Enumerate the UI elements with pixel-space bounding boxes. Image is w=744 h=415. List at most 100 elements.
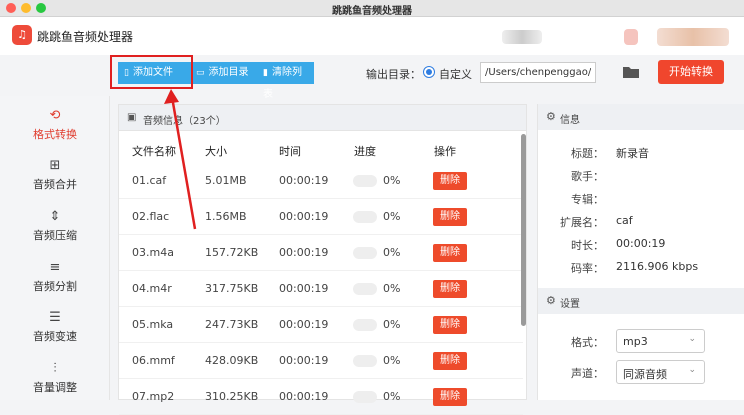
file-name: 01.caf <box>132 174 167 187</box>
table-row[interactable]: 07.mp2 310.25KB 00:00:19 0% 删除 <box>119 379 523 415</box>
image-icon: ▣ <box>127 112 137 123</box>
sidebar-item-label: 音频合并 <box>33 178 77 191</box>
file-name: 03.m4a <box>132 246 174 259</box>
table-row[interactable]: 01.caf 5.01MB 00:00:19 0% 删除 <box>119 163 523 199</box>
file-size: 1.56MB <box>205 210 247 223</box>
table-row[interactable]: 03.m4a 157.72KB 00:00:19 0% 删除 <box>119 235 523 271</box>
file-name: 02.flac <box>132 210 170 223</box>
progress-text: 0% <box>383 282 401 295</box>
delete-button[interactable]: 删除 <box>433 244 467 262</box>
custom-radio[interactable] <box>423 66 435 78</box>
progress-bar <box>353 319 377 331</box>
file-list-panel: ▣ 音频信息（23个） 文件名称 大小 时间 进度 操作 01.caf 5.01… <box>118 104 527 415</box>
sidebar-item-label: 音量调整 <box>33 381 77 394</box>
sidebar-item-split[interactable]: ≡ 音频分割 <box>0 252 110 302</box>
file-time: 00:00:19 <box>279 282 329 295</box>
channel-select[interactable]: 同源音频 ⌄ <box>616 360 705 384</box>
table-row[interactable]: 02.flac 1.56MB 00:00:19 0% 删除 <box>119 199 523 235</box>
format-label: 格式： <box>571 336 604 349</box>
progress-text: 0% <box>383 210 401 223</box>
info-key-artist: 歌手： <box>571 170 604 183</box>
blurred-region <box>502 30 542 44</box>
chevron-down-icon: ⌄ <box>688 365 696 375</box>
sidebar-item-compress[interactable]: ⇕ 音频压缩 <box>0 201 110 251</box>
add-file-button[interactable]: ▯ 添加文件 <box>118 62 190 84</box>
progress-text: 0% <box>383 390 401 403</box>
delete-button[interactable]: 删除 <box>433 172 467 190</box>
column-header-progress: 进度 <box>354 145 376 158</box>
output-path-input[interactable] <box>480 62 596 83</box>
progress-text: 0% <box>383 318 401 331</box>
start-convert-button[interactable]: 开始转换 <box>658 60 724 84</box>
info-value-bitrate: 2116.906 kbps <box>616 260 699 273</box>
merge-icon: ⊞ <box>49 158 61 173</box>
format-select[interactable]: mp3 ⌄ <box>616 329 705 353</box>
toolbar: ▯添加文件 ▭添加目录 ▮清除列表 输出目录： 自定义 开始转换 <box>110 55 744 100</box>
column-header-name: 文件名称 <box>132 145 176 158</box>
info-value-duration: 00:00:19 <box>616 237 666 250</box>
app-header: ♫ 跳跳鱼音频处理器 <box>0 17 744 55</box>
trash-icon: ▮ <box>263 68 268 78</box>
sidebar-item-merge[interactable]: ⊞ 音频合并 <box>0 150 110 200</box>
delete-button[interactable]: 删除 <box>433 388 467 406</box>
info-key-extension: 扩展名： <box>560 216 604 229</box>
file-name: 05.mka <box>132 318 174 331</box>
table-row[interactable]: 05.mka 247.73KB 00:00:19 0% 删除 <box>119 307 523 343</box>
column-header-size: 大小 <box>205 145 227 158</box>
file-name: 04.m4r <box>132 282 172 295</box>
file-icon: ▯ <box>124 68 129 78</box>
progress-bar <box>353 355 377 367</box>
chevron-down-icon: ⌄ <box>688 334 696 344</box>
channel-label: 声道： <box>571 367 604 380</box>
info-key-bitrate: 码率： <box>571 262 604 275</box>
window-title: 跳跳鱼音频处理器 <box>332 6 412 17</box>
file-size: 310.25KB <box>205 390 259 403</box>
output-dir-label: 输出目录： <box>366 68 421 81</box>
refresh-cycle-icon: ⟲ <box>49 108 61 123</box>
column-header-action: 操作 <box>434 145 456 158</box>
file-size: 157.72KB <box>205 246 259 259</box>
file-panel-header: ▣ 音频信息（23个） <box>119 105 526 131</box>
clear-list-button[interactable]: ▮ 清除列表 <box>257 62 314 100</box>
file-name: 06.mmf <box>132 354 175 367</box>
info-panel: ⚙ 信息 标题： 新录音 歌手： 专辑： 扩展名： caf 时长： 00:00:… <box>537 104 744 400</box>
open-folder-icon[interactable] <box>622 64 640 80</box>
delete-button[interactable]: 删除 <box>433 280 467 298</box>
sidebar-item-format-convert[interactable]: ⟲ 格式转换 <box>0 100 110 150</box>
file-time: 00:00:19 <box>279 354 329 367</box>
info-value-title: 新录音 <box>616 147 649 160</box>
file-time: 00:00:19 <box>279 390 329 403</box>
delete-button[interactable]: 删除 <box>433 316 467 334</box>
file-size: 428.09KB <box>205 354 259 367</box>
progress-bar <box>353 211 377 223</box>
column-header-time: 时间 <box>279 145 301 158</box>
delete-button[interactable]: 删除 <box>433 208 467 226</box>
add-folder-button[interactable]: ▭ 添加目录 <box>190 62 257 84</box>
progress-text: 0% <box>383 246 401 259</box>
file-time: 00:00:19 <box>279 210 329 223</box>
compress-icon: ⇕ <box>49 209 61 224</box>
window-titlebar: 跳跳鱼音频处理器 <box>0 0 744 17</box>
progress-bar <box>353 283 377 295</box>
sidebar-item-speed[interactable]: ☰ 音频变速 <box>0 302 110 352</box>
gear-icon: ⚙ <box>546 110 556 123</box>
file-time: 00:00:19 <box>279 246 329 259</box>
sidebar-item-volume[interactable]: ⫶ 音量调整 <box>0 353 110 403</box>
custom-radio-label: 自定义 <box>439 68 472 81</box>
sidebar: ⟲ 格式转换 ⊞ 音频合并 ⇕ 音频压缩 ≡ 音频分割 ☰ 音频变速 ⫶ 音量调… <box>0 96 110 400</box>
progress-text: 0% <box>383 174 401 187</box>
info-title: 信息 <box>560 115 580 126</box>
info-value-extension: caf <box>616 214 633 227</box>
table-row[interactable]: 04.m4r 317.75KB 00:00:19 0% 删除 <box>119 271 523 307</box>
table-row[interactable]: 06.mmf 428.09KB 00:00:19 0% 删除 <box>119 343 523 379</box>
delete-button[interactable]: 删除 <box>433 352 467 370</box>
file-size: 247.73KB <box>205 318 259 331</box>
blurred-region <box>624 29 638 45</box>
info-key-album: 专辑： <box>571 193 604 206</box>
file-time: 00:00:19 <box>279 318 329 331</box>
scrollbar[interactable] <box>521 134 526 326</box>
sidebar-item-label: 格式转换 <box>33 128 77 141</box>
speed-sliders-icon: ☰ <box>49 310 61 325</box>
channel-value: 同源音频 <box>623 368 667 381</box>
info-key-duration: 时长： <box>571 239 604 252</box>
